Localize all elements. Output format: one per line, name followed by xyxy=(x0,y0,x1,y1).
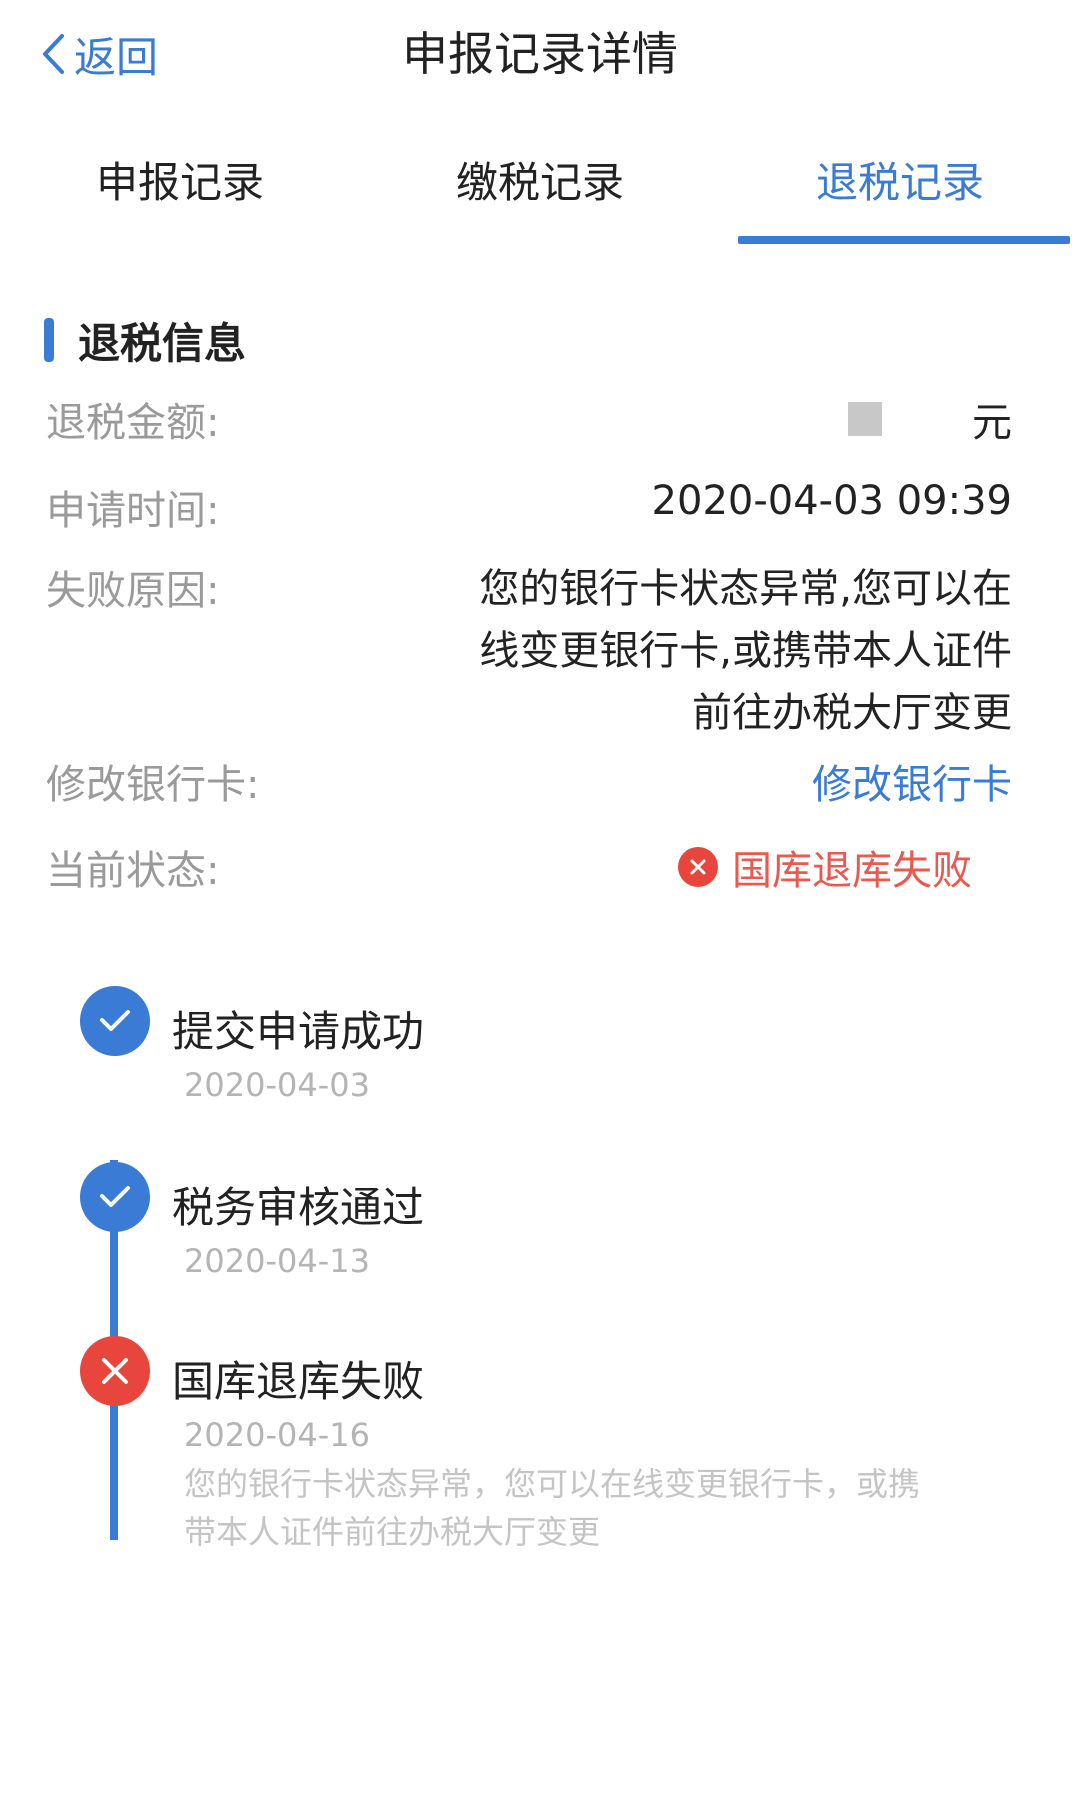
failure-reason-row: 失败原因: 您的银行卡状态异常,您可以在线变更银行卡,或携带本人证件前往办税大厅… xyxy=(46,558,1012,744)
current-status-label: 当前状态: xyxy=(46,848,220,894)
apply-time-label: 申请时间: xyxy=(46,488,220,534)
timeline-step-date: 2020-04-13 xyxy=(184,1242,370,1280)
tab-bar: 申报记录 缴税记录 退税记录 xyxy=(0,128,1080,244)
page-title: 申报记录详情 xyxy=(402,27,678,81)
modify-bank-card-row: 修改银行卡: 修改银行卡 xyxy=(46,752,1012,810)
close-icon xyxy=(80,1336,150,1406)
section-title: 退税信息 xyxy=(78,318,247,368)
check-icon xyxy=(80,986,150,1056)
navbar: 返回 申报记录详情 xyxy=(0,0,1080,108)
timeline-step-date: 2020-04-16 xyxy=(184,1416,370,1454)
refund-amount-value: 元 xyxy=(848,390,1012,448)
amount-redacted-block xyxy=(848,402,882,436)
timeline-step-title: 国库退库失败 xyxy=(172,1357,425,1406)
tab-declaration-records[interactable]: 申报记录 xyxy=(0,128,360,244)
modify-bank-card-link[interactable]: 修改银行卡 xyxy=(812,752,1012,810)
section-accent-bar xyxy=(44,318,54,362)
current-status-value: 国库退库失败 xyxy=(678,838,972,896)
timeline-step-description: 您的银行卡状态异常，您可以在线变更银行卡，或携带本人证件前往办税大厅变更 xyxy=(184,1465,921,1551)
timeline-step-date: 2020-04-03 xyxy=(184,1066,370,1104)
apply-time-value: 2020-04-03 09:39 xyxy=(651,478,1012,524)
timeline-step-title: 税务审核通过 xyxy=(172,1183,425,1232)
section-header: 退税信息 xyxy=(44,310,246,370)
failure-reason-value: 您的银行卡状态异常,您可以在线变更银行卡,或携带本人证件前往办税大厅变更 xyxy=(479,566,1012,736)
amount-unit: 元 xyxy=(972,400,1012,446)
tab-payment-records[interactable]: 缴税记录 xyxy=(360,128,720,244)
check-icon xyxy=(80,1162,150,1232)
refund-amount-label: 退税金额: xyxy=(46,400,220,446)
refund-amount-row: 退税金额: 元 xyxy=(46,390,1012,448)
error-circle-icon xyxy=(678,847,718,887)
timeline-step-title: 提交申请成功 xyxy=(172,1007,425,1056)
status-text: 国库退库失败 xyxy=(732,848,972,894)
failure-reason-label: 失败原因: xyxy=(46,568,220,614)
current-status-row: 当前状态: 国库退库失败 xyxy=(46,838,1012,896)
apply-time-row: 申请时间: 2020-04-03 09:39 xyxy=(46,478,1012,536)
modify-bank-card-label: 修改银行卡: xyxy=(46,762,260,808)
tab-refund-records[interactable]: 退税记录 xyxy=(720,128,1080,244)
